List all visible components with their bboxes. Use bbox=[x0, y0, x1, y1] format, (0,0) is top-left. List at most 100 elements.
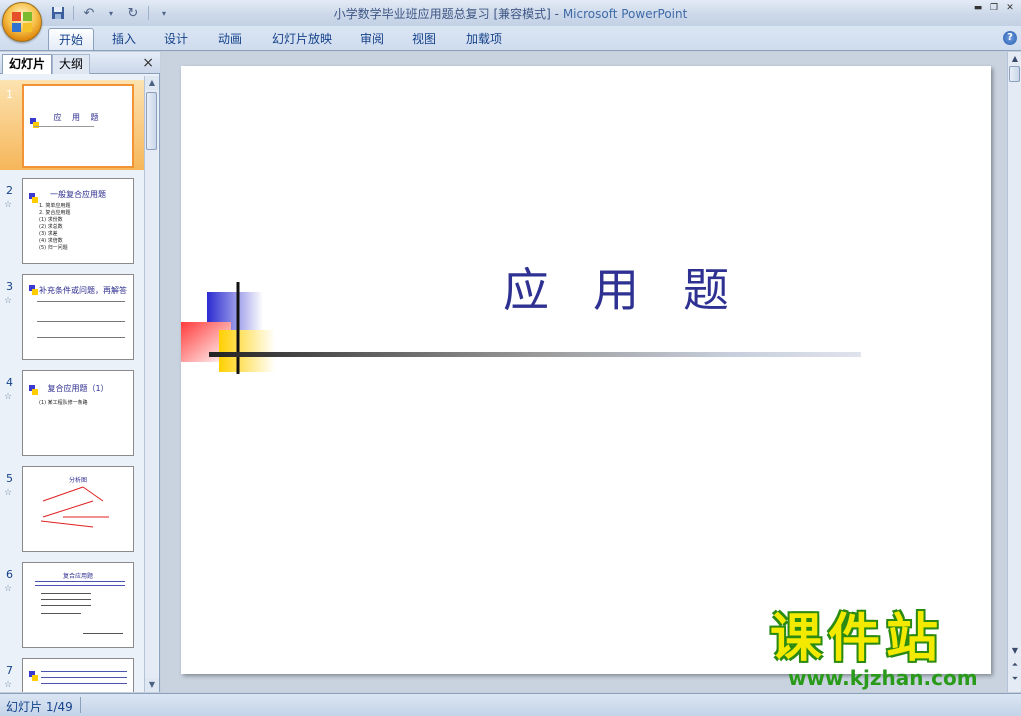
thumbnail-image: 一般复合应用题 1. 简单应用题 2. 复合应用题 (1) 求份数 (2) 求总… bbox=[22, 178, 134, 264]
status-divider bbox=[80, 697, 81, 713]
scrollbar-thumb[interactable] bbox=[146, 92, 157, 150]
thumbnail-line bbox=[41, 677, 127, 678]
slide-number: 2 bbox=[6, 184, 13, 197]
slide-counter: 幻灯片 1/49 bbox=[6, 700, 73, 714]
office-logo-icon bbox=[12, 12, 34, 34]
slide-number: 5 bbox=[6, 472, 13, 485]
thumbnail-image: 复合应用题 bbox=[22, 562, 134, 648]
tab-outline[interactable]: 大纲 bbox=[52, 54, 91, 74]
close-panel-icon[interactable]: × bbox=[142, 55, 154, 71]
slide-title[interactable]: 应用题 bbox=[503, 254, 773, 320]
slide-thumbnail-5[interactable]: 5 ☆ 分析图 bbox=[0, 464, 144, 554]
slide-thumbnail-7[interactable]: 7 ☆ bbox=[0, 656, 144, 692]
thumbnail-title: 复合应用题（1） bbox=[47, 384, 109, 393]
slide-thumbnails: 1 应 用 题 2 ☆ 一般复合应用题 1. 简单应用题 2. 复合应用题 (1… bbox=[0, 76, 144, 692]
thumbnail-line bbox=[41, 671, 127, 672]
thumbnail-title: 复合应用题 bbox=[62, 573, 93, 580]
help-icon[interactable]: ? bbox=[1003, 31, 1017, 45]
slide-editor: 应用题 bbox=[161, 52, 1007, 692]
title-underline bbox=[209, 352, 861, 357]
document-title: 小学数学毕业班应用题总复习 [兼容模式] - bbox=[333, 7, 563, 21]
slide-thumbnail-6[interactable]: 6 ☆ 复合应用题 bbox=[0, 560, 144, 650]
scroll-up-icon[interactable]: ▲ bbox=[145, 76, 159, 90]
thumbnail-line: 1. 简单应用题 bbox=[39, 203, 71, 209]
current-slide[interactable]: 应用题 bbox=[181, 66, 991, 674]
thumbnail-line: (1) 求份数 bbox=[39, 217, 63, 223]
window-controls: ▬ ❐ ✕ bbox=[971, 2, 1017, 14]
decor-square bbox=[33, 122, 39, 128]
tab-insert[interactable]: 插入 bbox=[104, 28, 144, 50]
slide-number: 6 bbox=[6, 568, 13, 581]
decor-square bbox=[32, 289, 38, 295]
tab-view[interactable]: 视图 bbox=[404, 28, 444, 50]
animation-marker-icon: ☆ bbox=[4, 200, 13, 210]
slides-scrollbar[interactable]: ▲ ▼ bbox=[144, 76, 159, 692]
close-icon[interactable]: ✕ bbox=[1003, 2, 1017, 14]
animation-marker-icon: ☆ bbox=[4, 392, 13, 402]
thumbnail-line: (1) 某工程队修一条路 bbox=[39, 400, 88, 406]
thumbnail-line bbox=[41, 599, 91, 600]
thumbnail-line bbox=[37, 321, 125, 322]
slide-decoration bbox=[181, 282, 275, 374]
thumbnail-line bbox=[83, 633, 123, 634]
thumbnail-line bbox=[41, 683, 127, 684]
decor-line bbox=[34, 126, 94, 127]
thumbnail-line: (3) 求差 bbox=[39, 231, 58, 237]
slide-number: 7 bbox=[6, 664, 13, 677]
slide-thumbnail-1[interactable]: 1 应 用 题 bbox=[0, 80, 144, 170]
thumbnail-image: 复合应用题（1） (1) 某工程队修一条路 bbox=[22, 370, 134, 456]
animation-marker-icon: ☆ bbox=[4, 296, 13, 306]
slides-panel: 幻灯片 大纲 × 1 应 用 题 2 ☆ 一般复合应用题 1. 简单应用题 2.… bbox=[0, 52, 160, 692]
tab-design[interactable]: 设计 bbox=[156, 28, 196, 50]
animation-marker-icon: ☆ bbox=[4, 584, 13, 594]
thumbnail-line: (4) 求倍数 bbox=[39, 238, 63, 244]
status-bar: 幻灯片 1/49 bbox=[0, 693, 1021, 716]
thumbnail-title: 一般复合应用题 bbox=[50, 190, 106, 199]
tab-home[interactable]: 开始 bbox=[48, 28, 94, 50]
thumbnail-image bbox=[22, 658, 134, 692]
thumbnail-line: (2) 求总数 bbox=[39, 224, 63, 230]
site-watermark: 课件站 www.kjzhan.com bbox=[770, 612, 1006, 692]
minimize-icon[interactable]: ▬ bbox=[971, 2, 985, 14]
watermark-brand: 课件站 bbox=[770, 609, 945, 669]
thumbnail-line bbox=[37, 337, 125, 338]
thumbnail-line: 2. 复合应用题 bbox=[39, 210, 71, 216]
thumbnail-diagram bbox=[40, 486, 109, 528]
thumbnail-line bbox=[35, 585, 125, 586]
ribbon-tabs: 开始 插入 设计 动画 幻灯片放映 审阅 视图 加载项 ? bbox=[0, 26, 1021, 51]
slide-number: 3 bbox=[6, 280, 13, 293]
scrollbar-thumb[interactable] bbox=[1009, 66, 1020, 82]
scroll-up-icon[interactable]: ▲ bbox=[1008, 52, 1021, 65]
thumbnail-line: (5) 归一问题 bbox=[39, 245, 68, 251]
scroll-down-icon[interactable]: ▼ bbox=[1008, 644, 1021, 657]
thumbnail-line bbox=[41, 613, 81, 614]
tab-animations[interactable]: 动画 bbox=[210, 28, 250, 50]
previous-slide-icon[interactable]: ⏶ bbox=[1008, 658, 1021, 671]
app-name: Microsoft PowerPoint bbox=[562, 7, 688, 21]
slide-thumbnail-3[interactable]: 3 ☆ 补充条件或问题，再解答 bbox=[0, 272, 144, 362]
thumbnail-title: 应 用 题 bbox=[53, 113, 103, 122]
thumbnail-line bbox=[35, 581, 125, 582]
thumbnail-image: 应 用 题 bbox=[22, 84, 134, 168]
thumbnail-title: 补充条件或问题，再解答 bbox=[39, 286, 127, 295]
tab-slides[interactable]: 幻灯片 bbox=[2, 54, 53, 74]
scroll-down-icon[interactable]: ▼ bbox=[145, 678, 159, 692]
slide-thumbnail-2[interactable]: 2 ☆ 一般复合应用题 1. 简单应用题 2. 复合应用题 (1) 求份数 (2… bbox=[0, 176, 144, 266]
title-bar: ↶ ▾ ↻ ▾ 小学数学毕业班应用题总复习 [兼容模式] - Microsoft… bbox=[0, 0, 1021, 26]
next-slide-icon[interactable]: ⏷ bbox=[1008, 672, 1021, 685]
slide-number: 4 bbox=[6, 376, 13, 389]
thumbnail-line bbox=[37, 301, 125, 302]
office-button[interactable] bbox=[2, 2, 42, 42]
restore-icon[interactable]: ❐ bbox=[987, 2, 1001, 14]
slide-thumbnail-4[interactable]: 4 ☆ 复合应用题（1） (1) 某工程队修一条路 bbox=[0, 368, 144, 458]
decor-square bbox=[32, 675, 38, 681]
thumbnail-image: 补充条件或问题，再解答 bbox=[22, 274, 134, 360]
tab-slideshow[interactable]: 幻灯片放映 bbox=[264, 28, 340, 50]
decor-square bbox=[32, 197, 38, 203]
editor-scrollbar[interactable]: ▲ ▼ ⏶ ⏷ bbox=[1007, 52, 1021, 692]
decor-square bbox=[32, 389, 38, 395]
tab-review[interactable]: 审阅 bbox=[352, 28, 392, 50]
animation-marker-icon: ☆ bbox=[4, 680, 13, 690]
tab-addins[interactable]: 加载项 bbox=[458, 28, 510, 50]
watermark-url: www.kjzhan.com bbox=[788, 666, 978, 690]
